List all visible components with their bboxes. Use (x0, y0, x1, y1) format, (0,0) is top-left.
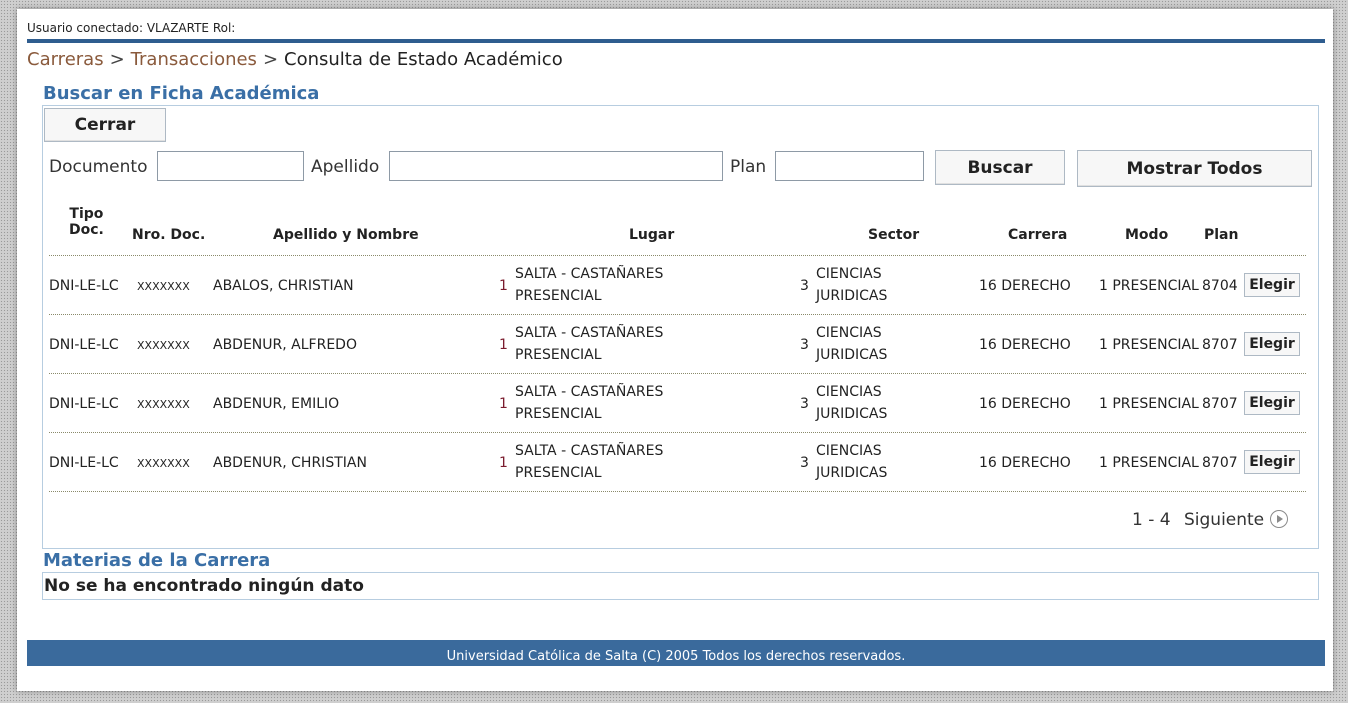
breadcrumb-separator: > (109, 49, 125, 70)
pagination-range: 1 - 4 (1132, 510, 1171, 530)
breadcrumb: Carreras > Transacciones > Consulta de Estad… (27, 49, 563, 70)
search-section-title: Buscar en Ficha Académica (43, 83, 320, 104)
cell-sector-num: 3 (800, 278, 809, 294)
breadcrumb-link-carreras[interactable]: Carreras (27, 49, 104, 70)
cell-lugar-num: 1 (499, 396, 508, 412)
footer: Universidad Católica de Salta (C) 2005 T… (27, 640, 1325, 666)
footer-copyright: Universidad Católica de Salta (C) 2005 T… (446, 649, 906, 664)
cell-plan: 8707 (1202, 337, 1238, 353)
cell-sector-line1: CIENCIAS (816, 443, 882, 459)
materias-section-title: Materias de la Carrera (43, 550, 271, 571)
header-lugar: Lugar (629, 227, 675, 243)
show-all-button[interactable]: Mostrar Todos (1077, 150, 1312, 187)
cell-carrera: 16 DERECHO (979, 278, 1071, 294)
cell-sector-line2: JURIDICAS (816, 406, 888, 422)
apellido-input[interactable] (389, 151, 723, 181)
elegir-button[interactable]: Elegir (1244, 332, 1300, 356)
header-tipo-doc-line1: Tipo (69, 206, 104, 222)
app-window: Usuario conectado: VLAZARTE Rol: Carrera… (17, 9, 1333, 691)
table-row: DNI-LE-LC XXXXXXX ABDENUR, CHRISTIAN 1 S… (49, 433, 1306, 491)
cell-sector-num: 3 (800, 396, 809, 412)
plan-input[interactable] (775, 151, 924, 181)
cell-nro-doc: XXXXXXX (137, 339, 190, 352)
header-carrera: Carrera (1008, 227, 1068, 243)
cell-lugar-line1: SALTA - CASTAÑARES (515, 266, 664, 282)
header-nro-doc: Nro. Doc. (132, 227, 206, 243)
header-plan: Plan (1204, 227, 1239, 243)
cell-sector-line2: JURIDICAS (816, 347, 888, 363)
cell-modo: 1 PRESENCIAL (1099, 278, 1199, 294)
search-button[interactable]: Buscar (935, 150, 1065, 185)
cell-modo: 1 PRESENCIAL (1099, 396, 1199, 412)
cell-lugar-line1: SALTA - CASTAÑARES (515, 325, 664, 341)
table-row: DNI-LE-LC XXXXXXX ABALOS, CHRISTIAN 1 SA… (49, 256, 1306, 314)
cell-plan: 8707 (1202, 396, 1238, 412)
cell-plan: 8707 (1202, 455, 1238, 471)
breadcrumb-link-transacciones[interactable]: Transacciones (131, 49, 257, 70)
elegir-button[interactable]: Elegir (1244, 450, 1300, 474)
cell-lugar-line2: PRESENCIAL (515, 465, 602, 481)
header-sector: Sector (868, 227, 920, 243)
cell-tipo-doc: DNI-LE-LC (49, 337, 119, 353)
table-row: DNI-LE-LC XXXXXXX ABDENUR, EMILIO 1 SALT… (49, 374, 1306, 432)
table-row: DNI-LE-LC XXXXXXX ABDENUR, ALFREDO 1 SAL… (49, 315, 1306, 373)
plan-label: Plan (730, 157, 767, 177)
cell-sector-line1: CIENCIAS (816, 266, 882, 282)
header-tipo-doc: Tipo Doc. (69, 206, 104, 238)
cell-sector-line2: JURIDICAS (816, 288, 888, 304)
cell-tipo-doc: DNI-LE-LC (49, 278, 119, 294)
cell-carrera: 16 DERECHO (979, 396, 1071, 412)
cell-nombre: ABDENUR, ALFREDO (213, 337, 357, 353)
breadcrumb-separator: > (262, 49, 279, 70)
cell-sector-line2: JURIDICAS (816, 465, 888, 481)
cell-nro-doc: XXXXXXX (137, 398, 190, 411)
cell-lugar-num: 1 (499, 337, 508, 353)
cell-carrera: 16 DERECHO (979, 455, 1071, 471)
cell-lugar-num: 1 (499, 455, 508, 471)
play-circle-icon[interactable] (1270, 510, 1289, 528)
breadcrumb-current: Consulta de Estado Académico (284, 49, 563, 70)
documento-input[interactable] (157, 151, 304, 181)
elegir-button[interactable]: Elegir (1244, 273, 1300, 297)
close-button[interactable]: Cerrar (44, 108, 166, 142)
cell-nombre: ABALOS, CHRISTIAN (213, 278, 354, 294)
pagination: 1 - 4 Siguiente (1132, 510, 1289, 530)
header-tipo-doc-line2: Doc. (69, 222, 104, 238)
cell-sector-line1: CIENCIAS (816, 325, 882, 341)
cell-nombre: ABDENUR, EMILIO (213, 396, 340, 412)
cell-tipo-doc: DNI-LE-LC (49, 396, 119, 412)
next-page-link[interactable]: Siguiente (1176, 510, 1264, 530)
row-divider (49, 491, 1306, 492)
user-status-bar: Usuario conectado: VLAZARTE Rol: (27, 21, 236, 35)
apellido-label: Apellido (311, 157, 380, 177)
cell-lugar-line1: SALTA - CASTAÑARES (515, 443, 664, 459)
cell-nro-doc: XXXXXXX (137, 280, 190, 293)
cell-lugar-line2: PRESENCIAL (515, 347, 602, 363)
cell-plan: 8704 (1202, 278, 1238, 294)
cell-sector-line1: CIENCIAS (816, 384, 882, 400)
empty-message: No se ha encontrado ningún dato (44, 576, 364, 596)
cell-sector-num: 3 (800, 455, 809, 471)
cell-lugar-line1: SALTA - CASTAÑARES (515, 384, 664, 400)
cell-nro-doc: XXXXXXX (137, 457, 190, 470)
header-nombre: Apellido y Nombre (273, 227, 419, 243)
cell-lugar-line2: PRESENCIAL (515, 288, 602, 304)
cell-carrera: 16 DERECHO (979, 337, 1071, 353)
cell-modo: 1 PRESENCIAL (1099, 455, 1199, 471)
cell-modo: 1 PRESENCIAL (1099, 337, 1199, 353)
cell-lugar-num: 1 (499, 278, 508, 294)
materias-panel: No se ha encontrado ningún dato (42, 572, 1319, 600)
cell-sector-num: 3 (800, 337, 809, 353)
elegir-button[interactable]: Elegir (1244, 391, 1300, 415)
header-divider (27, 39, 1325, 43)
header-modo: Modo (1125, 227, 1169, 243)
search-panel: Cerrar Documento Apellido Plan Buscar Mo… (42, 105, 1319, 549)
cell-nombre: ABDENUR, CHRISTIAN (213, 455, 367, 471)
documento-label: Documento (49, 157, 148, 177)
cell-lugar-line2: PRESENCIAL (515, 406, 602, 422)
cell-tipo-doc: DNI-LE-LC (49, 455, 119, 471)
